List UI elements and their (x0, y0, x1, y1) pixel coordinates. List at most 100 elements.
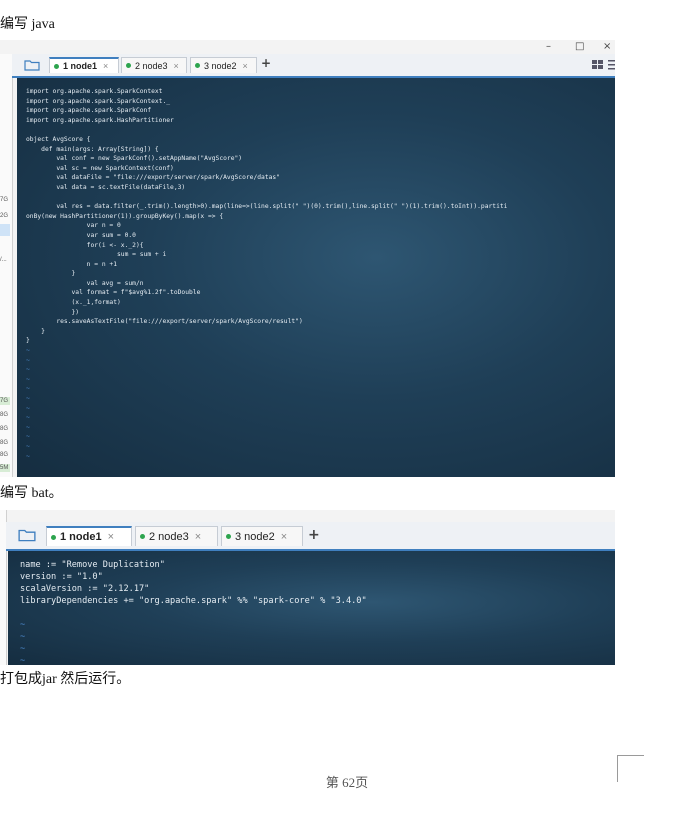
tab-close-icon[interactable]: × (281, 531, 287, 543)
tab-node2[interactable]: 3 node2 × (221, 526, 303, 546)
empty-line-marker: ~ (26, 366, 30, 374)
code-line: import org.apache.spark.HashPartitioner (26, 116, 174, 124)
tab-node1[interactable]: 1 node1 × (46, 526, 132, 546)
strip-label: 7G (0, 397, 10, 405)
code-line: libraryDependencies += "org.apache.spark… (20, 596, 367, 606)
strip-label: 5M (0, 464, 10, 472)
empty-line-marker: ~ (20, 644, 26, 654)
strip-label: 8G (0, 426, 9, 432)
empty-line-marker: ~ (20, 620, 26, 630)
empty-line-marker: ~ (26, 423, 30, 431)
empty-line-marker: ~ (26, 433, 30, 441)
empty-line-marker: ~ (26, 385, 30, 393)
code-line: var n = 0 (26, 222, 121, 230)
strip-label: 7G (0, 197, 9, 203)
status-dot-icon (195, 63, 200, 68)
strip-label: 2G (0, 213, 9, 219)
terminal-pane[interactable]: import org.apache.spark.SparkContext imp… (17, 78, 615, 477)
terminal-screenshot-java: – □ × 7G 2G /... 7G 8G 8G 8G 8G 5M 7M 1 … (0, 40, 615, 477)
code-line: import org.apache.spark.SparkContext._ (26, 97, 171, 105)
code-line: onBy(new HashPartitioner(1)).groupByKey(… (26, 212, 224, 220)
tab-label: 2 node3 (149, 530, 189, 543)
code-line: import org.apache.spark.SparkConf (26, 107, 152, 115)
code-line: sum = sum + i (26, 251, 167, 259)
code-line: val dataFile = "file:///export/server/sp… (26, 174, 281, 182)
window-titlebar: – □ × (0, 40, 615, 54)
code-line: scalaVersion := "2.12.17" (20, 584, 150, 594)
tab-node2[interactable]: 3 node2 × (190, 57, 257, 73)
strip-label: 8G (0, 412, 9, 418)
status-dot-icon (126, 63, 131, 68)
code-line: var sum = 0.0 (26, 231, 136, 239)
tab-close-icon[interactable]: × (243, 61, 248, 71)
tab-label: 3 node2 (235, 530, 275, 543)
code-line: } (26, 270, 76, 278)
code-line: version := "1.0" (20, 572, 103, 582)
page-number: 第 62页 (325, 775, 369, 790)
paragraph-write-bat: 编写 bat。 (0, 486, 63, 501)
grid-view-icon[interactable] (592, 60, 604, 70)
tab-label: 3 node2 (204, 60, 237, 71)
paragraph-package-jar: 打包成jar 然后运行。 (0, 672, 131, 687)
left-panel-strip: 7G 2G /... 7G 8G 8G 8G 8G 5M 7M (0, 54, 13, 477)
page-corner-mark (617, 755, 644, 782)
tab-label: 2 node3 (135, 60, 168, 71)
code-line: } (26, 327, 45, 335)
tab-node3[interactable]: 2 node3 × (121, 57, 187, 73)
code-line: }) (26, 308, 80, 316)
status-dot-icon (54, 63, 59, 69)
empty-line-marker: ~ (26, 452, 30, 460)
code-line: object AvgScore { (26, 135, 91, 143)
code-line: for(i <- x._2){ (26, 241, 144, 249)
empty-line-marker: ~ (20, 656, 26, 665)
tab-close-icon[interactable]: × (108, 531, 114, 543)
code-line: n = n +1 (26, 260, 117, 268)
empty-line-marker: ~ (20, 632, 26, 642)
code-line: import org.apache.spark.SparkContext (26, 88, 163, 95)
terminal-screenshot-bat: 1 node1 × 2 node3 × 3 node2 × + name := … (0, 510, 615, 665)
maximize-button[interactable]: □ (575, 40, 584, 54)
empty-line-marker: ~ (26, 442, 30, 450)
tab-close-icon[interactable]: × (174, 61, 179, 71)
tab-label: 1 node1 (63, 61, 98, 71)
code-line: res.saveAsTextFile("file:///export/serve… (26, 318, 303, 326)
menu-icon[interactable] (608, 60, 615, 70)
strip-label: /... (0, 257, 7, 263)
code-block: name := "Remove Duplication" version := … (8, 551, 615, 607)
tab-bar: 1 node1 × 2 node3 × 3 node2 × + (6, 522, 615, 551)
code-line: (x._1,format) (26, 299, 121, 307)
empty-line-marker: ~ (26, 395, 30, 402)
empty-line-marker: ~ (26, 375, 30, 383)
empty-line-marker: ~ (26, 347, 30, 355)
tab-node3[interactable]: 2 node3 × (135, 526, 218, 546)
terminal-pane[interactable]: name := "Remove Duplication" version := … (8, 551, 615, 665)
minimize-button[interactable]: – (546, 40, 551, 54)
code-block: import org.apache.spark.SparkContext imp… (17, 78, 615, 346)
code-line: val res = data.filter(_.trim().length>0)… (26, 203, 508, 211)
tab-node1[interactable]: 1 node1 × (49, 57, 119, 73)
add-tab-button[interactable]: + (261, 56, 271, 70)
paragraph-write-java: 编写 java (0, 17, 55, 32)
code-line: val data = sc.textFile(dataFile,3) (26, 183, 186, 191)
status-dot-icon (140, 534, 145, 539)
folder-icon[interactable] (18, 528, 36, 542)
code-line: val avg = sum/n (26, 279, 144, 287)
code-line: val sc = new SparkContext(conf) (26, 164, 174, 172)
status-dot-icon (226, 534, 231, 539)
code-line: val conf = new SparkConf().setAppName("A… (26, 155, 243, 163)
add-tab-button[interactable]: + (308, 527, 320, 543)
code-line: val format = f"$avg%1.2f".toDouble (26, 289, 201, 297)
strip-highlight (0, 224, 10, 236)
tab-close-icon[interactable]: × (103, 61, 108, 71)
empty-line-marker: ~ (26, 414, 30, 422)
tab-close-icon[interactable]: × (195, 531, 201, 543)
folder-icon[interactable] (24, 59, 40, 71)
tab-bar: 1 node1 × 2 node3 × 3 node2 × + (12, 54, 615, 78)
code-line: def main(args: Array[String]) { (26, 145, 159, 153)
status-dot-icon (51, 534, 56, 540)
strip-label: 8G (0, 452, 9, 458)
close-button[interactable]: × (603, 40, 611, 54)
vim-empty-lines: ~ ~ ~ ~ (8, 607, 615, 665)
code-line: name := "Remove Duplication" (20, 560, 165, 570)
empty-line-marker: ~ (26, 404, 30, 412)
